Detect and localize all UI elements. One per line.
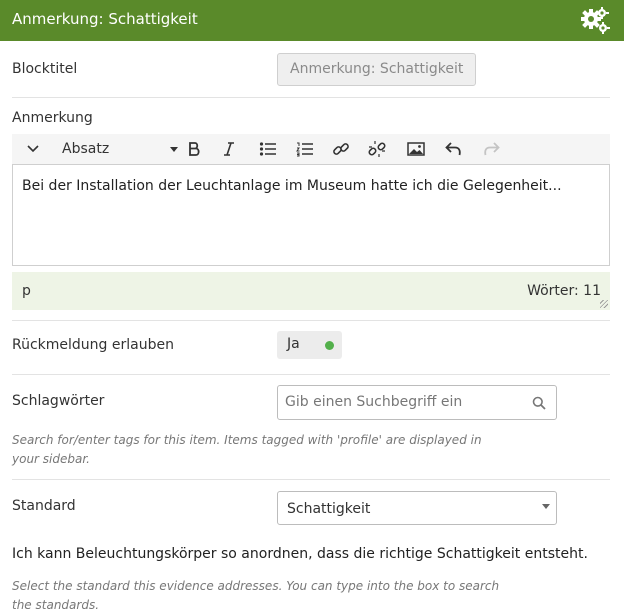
caret-down-icon — [170, 147, 178, 152]
blocktitle-label: Blocktitel — [12, 61, 78, 77]
tags-label: Schlagwörter — [12, 393, 105, 409]
feedback-label: Rückmeldung erlauben — [12, 337, 174, 353]
anmerkung-label: Anmerkung — [12, 110, 93, 126]
word-count: Wörter: 11 — [527, 283, 601, 299]
divider — [12, 479, 610, 480]
feedback-toggle[interactable]: Ja — [277, 331, 342, 359]
editor-toolbar: Absatz — [12, 134, 610, 164]
tags-search-input[interactable]: Gib einen Suchbegriff ein — [277, 385, 557, 420]
format-select-value: Absatz — [62, 141, 110, 157]
unlink-icon[interactable] — [366, 138, 388, 160]
chevron-down-icon[interactable] — [22, 138, 44, 160]
blocktitle-input[interactable]: Anmerkung: Schattigkeit — [277, 53, 476, 86]
standard-help-text: Select the standard this evidence addres… — [12, 579, 500, 612]
standard-selected-value: Schattigkeit — [287, 501, 371, 517]
bold-icon[interactable] — [183, 138, 205, 160]
redo-icon[interactable] — [480, 138, 502, 160]
toggle-on-indicator — [325, 341, 334, 350]
standard-select[interactable]: Schattigkeit — [277, 491, 557, 525]
block-title: Anmerkung: Schattigkeit — [12, 10, 198, 28]
divider — [12, 320, 610, 321]
italic-icon[interactable] — [218, 138, 240, 160]
standard-description: Ich kann Beleuchtungskörper so anordnen,… — [12, 546, 588, 562]
tags-help-text: Search for/enter tags for this item. Ite… — [12, 433, 482, 466]
tags-search-placeholder: Gib einen Suchbegriff ein — [285, 394, 463, 410]
caret-down-icon — [542, 504, 550, 509]
undo-icon[interactable] — [443, 138, 465, 160]
format-select[interactable]: Absatz — [62, 138, 182, 160]
element-path[interactable]: p — [22, 283, 31, 299]
editor-content: Bei der Installation der Leuchtanlage im… — [22, 178, 562, 194]
divider — [12, 374, 610, 375]
resize-handle-icon[interactable] — [600, 300, 608, 308]
search-icon — [532, 396, 546, 414]
image-icon[interactable] — [405, 138, 427, 160]
numbered-list-icon[interactable] — [294, 138, 316, 160]
divider — [12, 97, 610, 98]
link-icon[interactable] — [330, 138, 352, 160]
gears-icon[interactable] — [580, 6, 610, 36]
anmerkung-editor[interactable]: Bei der Installation der Leuchtanlage im… — [12, 164, 610, 266]
editor-statusbar: p Wörter: 11 — [12, 272, 610, 310]
block-header: Anmerkung: Schattigkeit — [0, 0, 624, 41]
bullet-list-icon[interactable] — [257, 138, 279, 160]
standard-label: Standard — [12, 498, 76, 514]
toggle-value: Ja — [287, 336, 300, 352]
